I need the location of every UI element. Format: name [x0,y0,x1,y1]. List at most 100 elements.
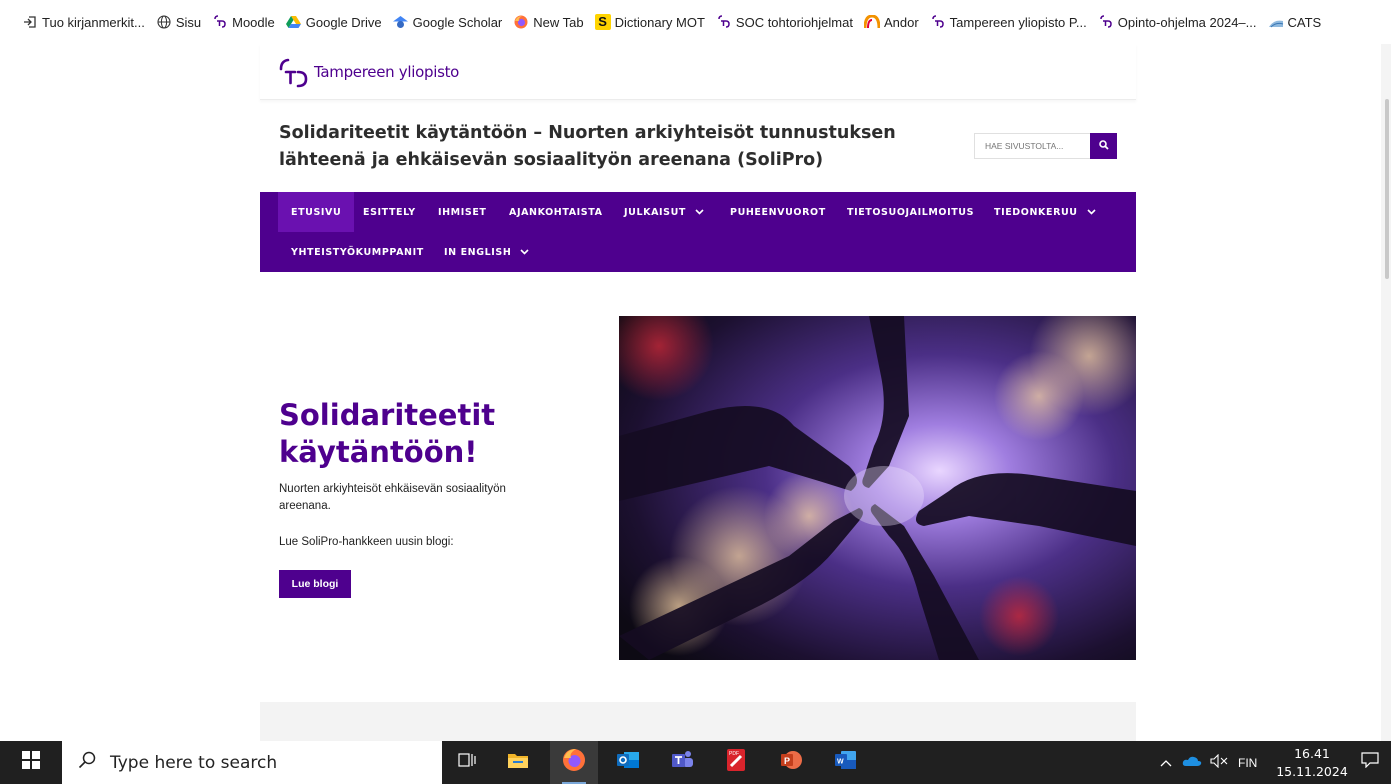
chevron-down-icon [1087,209,1096,215]
firefox-icon [562,748,586,777]
system-tray: FIN [1160,741,1257,784]
bookmark-sisu[interactable]: Sisu [156,10,201,34]
chevron-up-icon[interactable] [1160,756,1172,770]
firefox-icon [513,14,529,30]
nav-label: JULKAISUT [624,206,686,218]
nav-item-tietosuojailmoitus[interactable]: TIETOSUOJAILMOITUS [834,192,987,232]
nav-label: PUHEENVUOROT [730,206,826,218]
teams-button[interactable] [658,741,706,784]
windows-icon [22,751,40,774]
notification-icon [1361,752,1379,773]
bookmark-andor[interactable]: Andor [863,10,919,34]
word-icon: W [833,749,857,776]
hero-title: Solidariteetit käytäntöön! [279,398,496,469]
bookmark-label: Andor [883,14,919,30]
clock-date: 15.11.2024 [1276,764,1348,779]
cats-icon [1268,14,1284,30]
teams-icon [670,749,694,776]
nav-item-puheenvuorot[interactable]: PUHEENVUOROT [717,192,839,232]
outlook-icon [616,749,640,776]
bookmark-cats[interactable]: CATS [1268,10,1322,34]
bookmark-label: CATS [1287,14,1322,30]
nav-item-ajankohtaista[interactable]: AJANKOHTAISTA [496,192,616,232]
tuni-logo-icon [930,14,946,30]
language-indicator[interactable]: FIN [1238,756,1257,770]
nav-label: YHTEISTYÖKUMPPANIT [291,246,424,258]
bookmark-label: Dictionary MOT [614,14,705,30]
search-icon [1098,137,1109,155]
bookmark-label: SOC tohtoriohjelmat [735,14,853,30]
taskbar-clock[interactable]: 16.41 15.11.2024 [1276,745,1348,781]
nav-item-in-english[interactable]: IN ENGLISH [431,232,542,272]
search-button[interactable] [1090,133,1117,159]
pdf-reader-button[interactable]: PDF [712,741,760,784]
tuni-logo-icon [716,14,732,30]
file-explorer-button[interactable] [494,741,542,784]
content-section-band [260,702,1136,742]
nav-item-etusivu[interactable]: ETUSIVU [278,192,355,232]
chevron-down-icon [695,209,704,215]
university-logo-icon[interactable] [278,55,312,89]
svg-text:W: W [837,759,844,766]
import-icon [22,14,38,30]
university-name[interactable]: Tampereen yliopisto [314,63,459,81]
bookmark-google-drive[interactable]: Google Drive [286,10,382,34]
globe-icon [156,14,172,30]
bookmark-opinto-ohjelma[interactable]: Opinto-ohjelma 2024–... [1098,10,1257,34]
bookmark-label: Tuo kirjanmerkit... [42,14,145,30]
onedrive-icon[interactable] [1182,755,1202,770]
bookmark-google-scholar[interactable]: Google Scholar [393,10,502,34]
nav-item-julkaisut[interactable]: JULKAISUT [611,192,717,232]
nav-item-yhteistyokumppanit[interactable]: YHTEISTYÖKUMPPANIT [278,232,437,272]
powerpoint-button[interactable]: P [767,741,815,784]
taskbar-search[interactable]: Type here to search [62,741,442,784]
read-blog-button[interactable]: Lue blogi [279,570,351,598]
task-view-icon [458,752,476,773]
bookmark-tampereen-yliopisto[interactable]: Tampereen yliopisto P... [930,10,1087,34]
site-container: Tampereen yliopisto Solidariteetit käytä… [260,44,1149,742]
nav-item-ihmiset[interactable]: IHMISET [425,192,500,232]
word-button[interactable]: W [821,741,869,784]
nav-label: ETUSIVU [291,206,342,218]
nav-label: TIETOSUOJAILMOITUS [847,206,975,218]
nav-label: IHMISET [438,206,487,218]
nav-label: TIEDONKERUU [994,206,1078,218]
nav-item-tiedonkeruu[interactable]: TIEDONKERUU [981,192,1109,232]
bookmark-label: Tampereen yliopisto P... [949,14,1087,30]
google-drive-icon [286,14,302,30]
task-view-button[interactable] [443,741,491,784]
tuni-logo-icon [212,14,228,30]
andor-icon [863,14,880,30]
clock-time: 16.41 [1294,746,1330,761]
svg-text:PDF: PDF [729,751,739,757]
search-input[interactable] [974,133,1090,159]
taskbar: Type here to search PDF P W FIN 16.41 15… [0,741,1391,784]
bookmarks-bar: Tuo kirjanmerkit... Sisu Moodle Google D… [0,0,1391,44]
bookmark-import[interactable]: Tuo kirjanmerkit... [22,10,145,34]
site-title[interactable]: Solidariteetit käytäntöön – Nuorten arki… [279,120,939,174]
start-button[interactable] [0,741,62,784]
speaker-muted-icon[interactable] [1210,753,1228,771]
mot-s-icon: S [594,14,611,30]
bookmark-dictionary-mot[interactable]: S Dictionary MOT [594,10,705,34]
page-scrollbar[interactable] [1381,44,1391,741]
notifications-button[interactable] [1350,741,1390,784]
firefox-taskbar-button[interactable] [550,741,598,784]
bookmark-moodle[interactable]: Moodle [212,10,275,34]
nav-label: AJANKOHTAISTA [509,206,603,218]
pdf-reader-icon: PDF [725,748,747,777]
main-navigation: ETUSIVU ESITTELY IHMISET AJANKOHTAISTA J… [260,192,1136,272]
title-row: Solidariteetit käytäntöön – Nuorten arki… [260,100,1136,192]
nav-label: IN ENGLISH [444,246,512,258]
scrollbar-thumb[interactable] [1385,99,1389,279]
powerpoint-icon: P [779,749,803,776]
bookmark-new-tab[interactable]: New Tab [513,10,584,34]
bookmark-label: New Tab [533,14,584,30]
taskbar-search-placeholder: Type here to search [110,752,278,773]
nav-item-esittely[interactable]: ESITTELY [350,192,429,232]
bookmark-label: Opinto-ohjelma 2024–... [1117,14,1257,30]
outlook-button[interactable] [604,741,652,784]
file-explorer-icon [507,751,529,774]
bookmark-soc[interactable]: SOC tohtoriohjelmat [716,10,853,34]
bookmark-label: Sisu [175,14,202,30]
